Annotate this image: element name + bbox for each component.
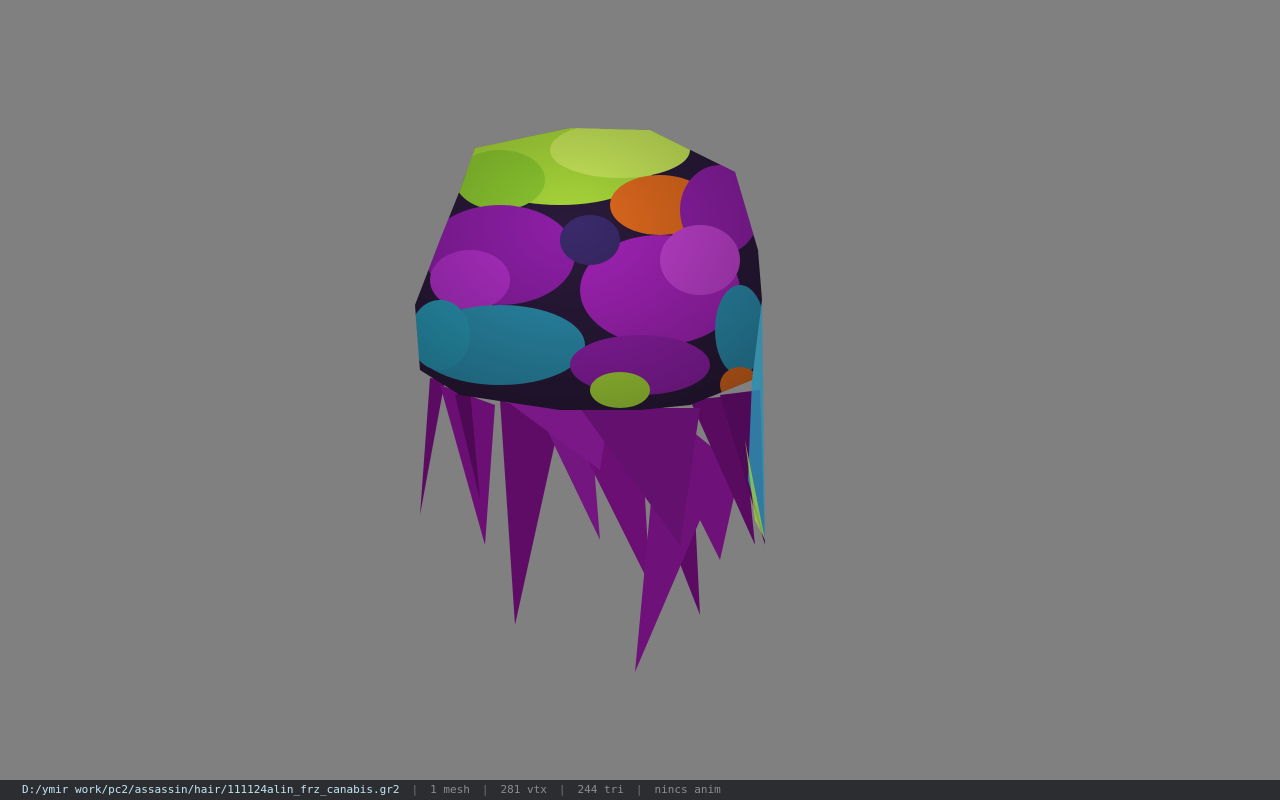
hair-mesh-model xyxy=(415,128,765,672)
vertex-count: 281 vtx xyxy=(500,783,547,796)
3d-viewport[interactable] xyxy=(0,0,1280,780)
hair-strands xyxy=(420,378,765,672)
separator: | xyxy=(481,783,489,796)
separator: | xyxy=(411,783,419,796)
animation-status: nincs anim xyxy=(654,783,721,796)
separator: | xyxy=(635,783,643,796)
status-bar: D:/ymir work/pc2/assassin/hair/111124ali… xyxy=(0,780,1280,800)
bandana-cap xyxy=(415,128,762,410)
mesh-count: 1 mesh xyxy=(430,783,470,796)
triangle-count: 244 tri xyxy=(577,783,624,796)
separator: | xyxy=(558,783,566,796)
file-path: D:/ymir work/pc2/assassin/hair/111124ali… xyxy=(22,783,400,796)
